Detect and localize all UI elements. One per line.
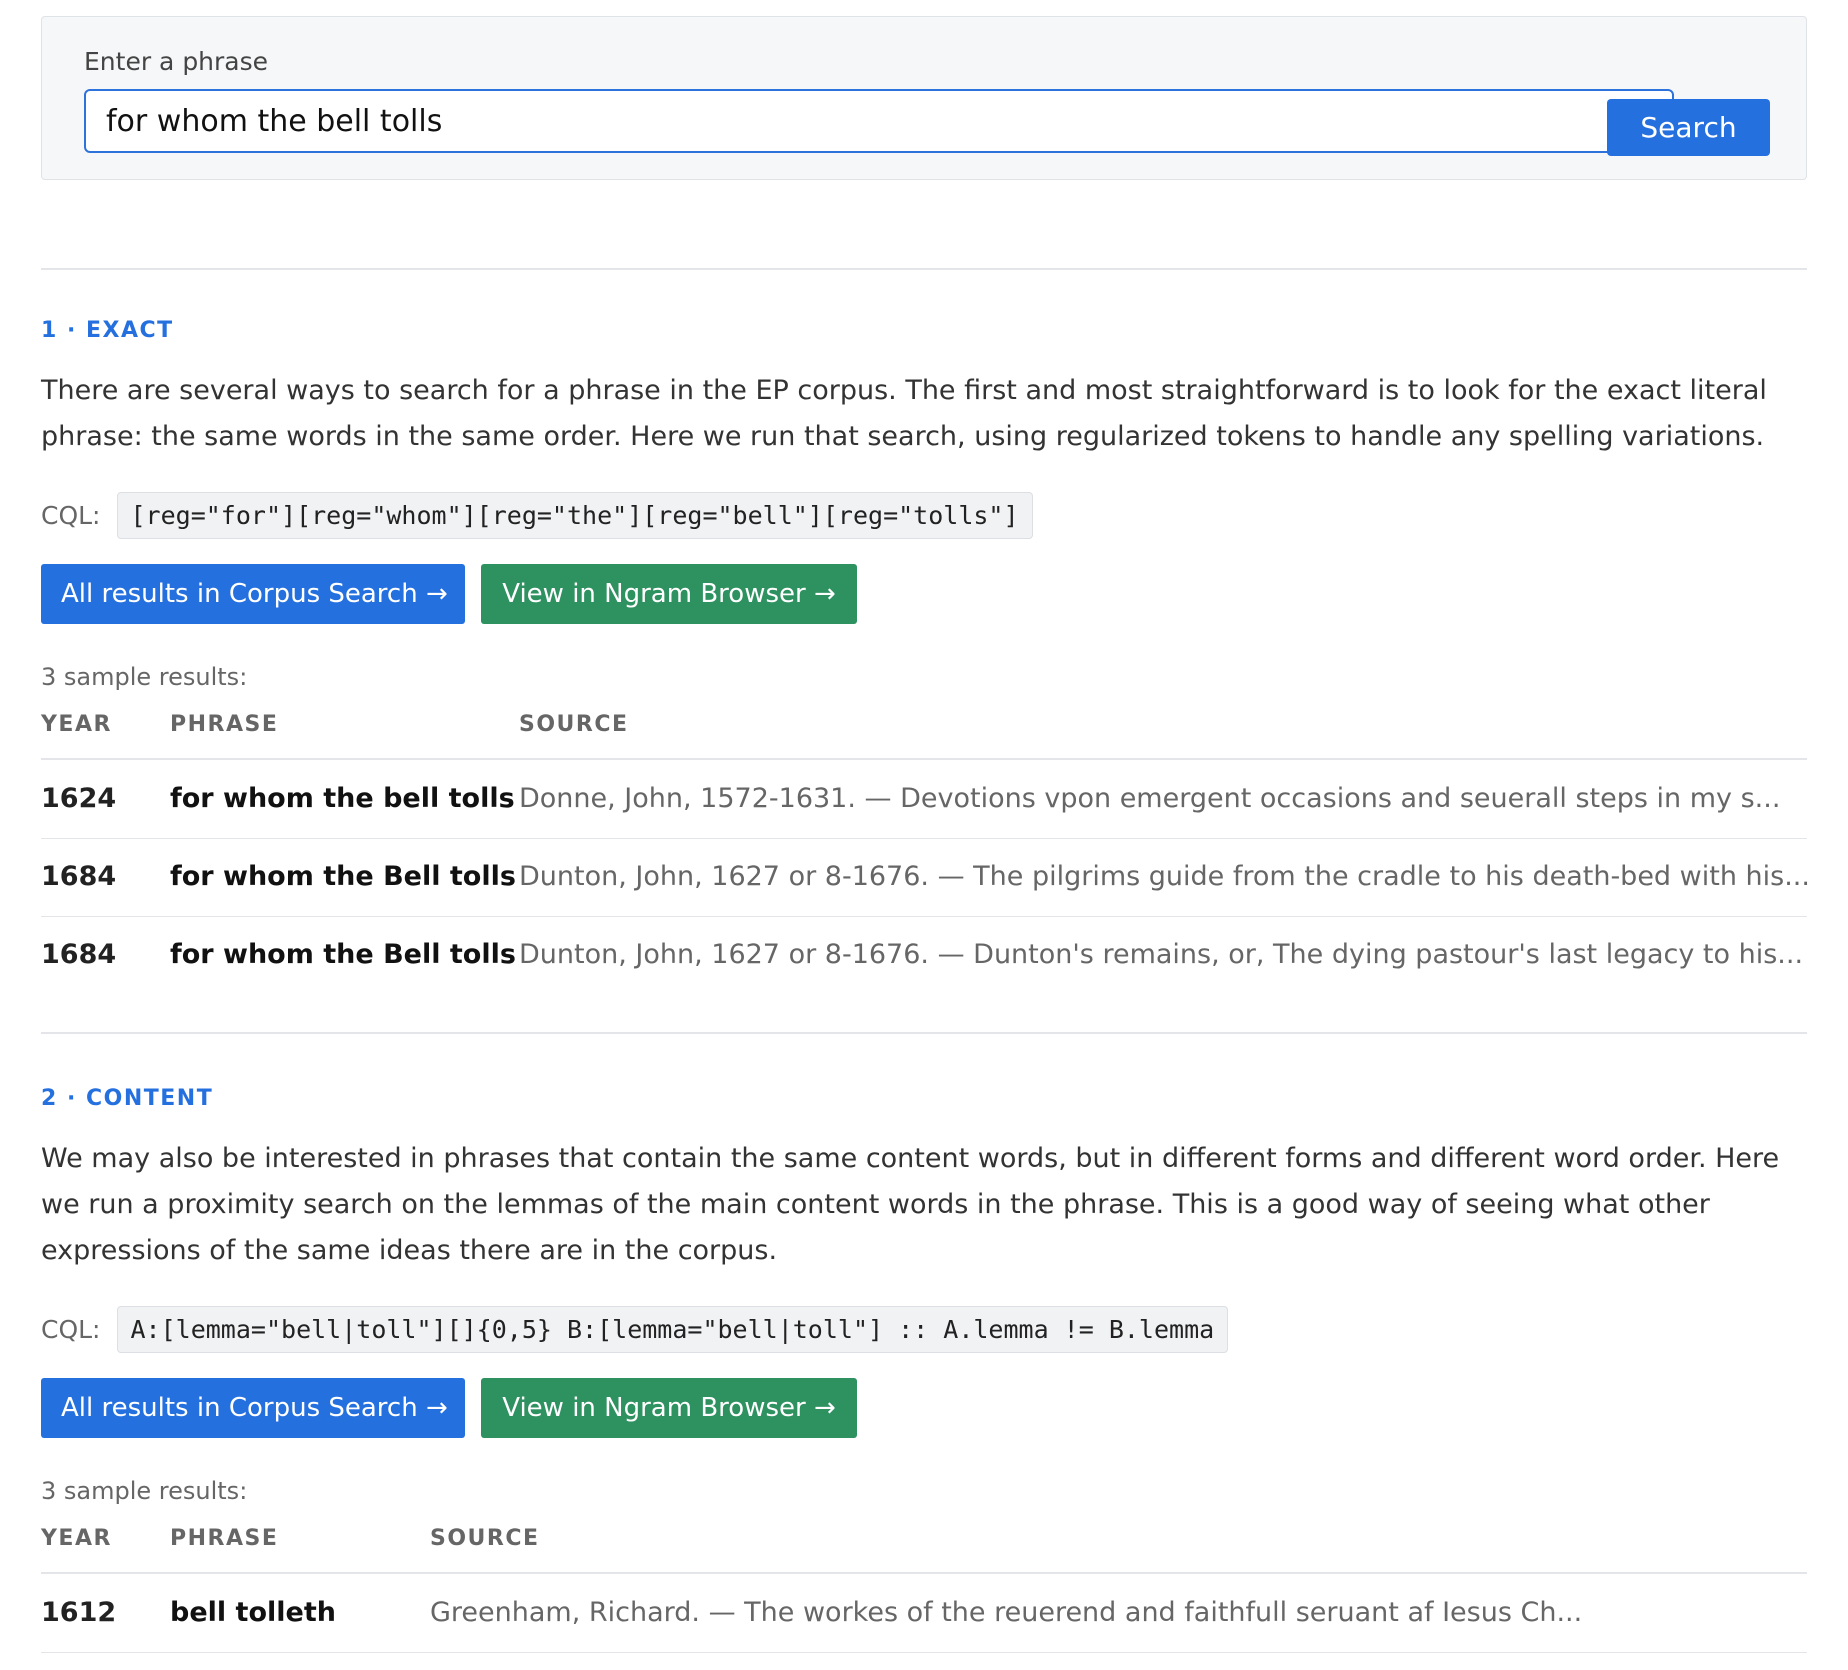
cql-query: A:[lemma="bell|toll"][]{0,5} B:[lemma="b… bbox=[116, 1305, 1229, 1353]
row-year: 1612 bbox=[41, 1597, 117, 1628]
row-year: 1684 bbox=[41, 861, 117, 892]
cql-row: CQL: A:[lemma="bell|toll"][]{0,5} B:[lem… bbox=[41, 1304, 1229, 1354]
cql-label: CQL: bbox=[41, 500, 101, 530]
section-description: There are several ways to search for a p… bbox=[41, 375, 1767, 452]
row-source: Dunton, John, 1627 or 8-1676. — The pilg… bbox=[519, 861, 1810, 892]
table-header: YEAR PHRASE SOURCE bbox=[41, 712, 1807, 760]
table-header: YEAR PHRASE SOURCE bbox=[41, 1526, 1807, 1574]
column-source: SOURCE bbox=[519, 712, 629, 737]
section-exact: 1 · EXACT There are several ways to sear… bbox=[41, 318, 1810, 1018]
column-year: YEAR bbox=[41, 712, 112, 737]
table-row[interactable]: 1684 for whom the Bell tolls Dunton, Joh… bbox=[41, 916, 1807, 994]
search-label: Enter a phrase bbox=[84, 47, 269, 76]
search-button[interactable]: Search bbox=[1607, 99, 1770, 156]
divider bbox=[41, 1032, 1807, 1034]
sample-count: 3 sample results: bbox=[41, 663, 248, 691]
corpus-search-button[interactable]: All results in Corpus Search → bbox=[41, 1378, 465, 1438]
sample-count: 3 sample results: bbox=[41, 1477, 248, 1505]
table-row[interactable]: 1624 for whom the bell tolls Donne, John… bbox=[41, 760, 1807, 839]
cql-label: CQL: bbox=[41, 1314, 101, 1344]
search-panel: Enter a phrase Search bbox=[41, 16, 1807, 180]
row-phrase: bell tolleth bbox=[170, 1597, 336, 1628]
column-phrase: PHRASE bbox=[170, 712, 279, 737]
cql-query: [reg="for"][reg="whom"][reg="the"][reg="… bbox=[116, 491, 1033, 539]
divider bbox=[41, 268, 1807, 270]
row-source: Dunton, John, 1627 or 8-1676. — Dunton's… bbox=[519, 939, 1804, 970]
row-year: 1684 bbox=[41, 939, 117, 970]
phrase-input[interactable] bbox=[84, 89, 1674, 153]
ngram-browser-button[interactable]: View in Ngram Browser → bbox=[481, 1378, 857, 1438]
row-year: 1624 bbox=[41, 783, 117, 814]
cql-row: CQL: [reg="for"][reg="whom"][reg="the"][… bbox=[41, 490, 1033, 540]
row-phrase: for whom the Bell tolls bbox=[170, 939, 516, 970]
section-heading: 1 · EXACT bbox=[41, 318, 174, 343]
column-phrase: PHRASE bbox=[170, 1526, 279, 1551]
page: Enter a phrase Search 1 · EXACT There ar… bbox=[0, 0, 1848, 1670]
corpus-search-button[interactable]: All results in Corpus Search → bbox=[41, 564, 465, 624]
table-row[interactable]: 1684 for whom the Bell tolls Dunton, Joh… bbox=[41, 838, 1810, 917]
row-source: Donne, John, 1572-1631. — Devotions vpon… bbox=[519, 783, 1781, 814]
ngram-browser-button[interactable]: View in Ngram Browser → bbox=[481, 564, 857, 624]
table-row[interactable]: 1612 bell tolleth Greenham, Richard. — T… bbox=[41, 1574, 1807, 1653]
section-description: We may also be interested in phrases tha… bbox=[41, 1143, 1780, 1266]
section-content: 2 · CONTENT We may also be interested in… bbox=[41, 1086, 1807, 1670]
section-heading: 2 · CONTENT bbox=[41, 1086, 214, 1111]
column-source: SOURCE bbox=[430, 1526, 540, 1551]
row-source: Greenham, Richard. — The workes of the r… bbox=[430, 1597, 1583, 1628]
column-year: YEAR bbox=[41, 1526, 112, 1551]
row-phrase: for whom the bell tolls bbox=[170, 783, 515, 814]
row-phrase: for whom the Bell tolls bbox=[170, 861, 516, 892]
